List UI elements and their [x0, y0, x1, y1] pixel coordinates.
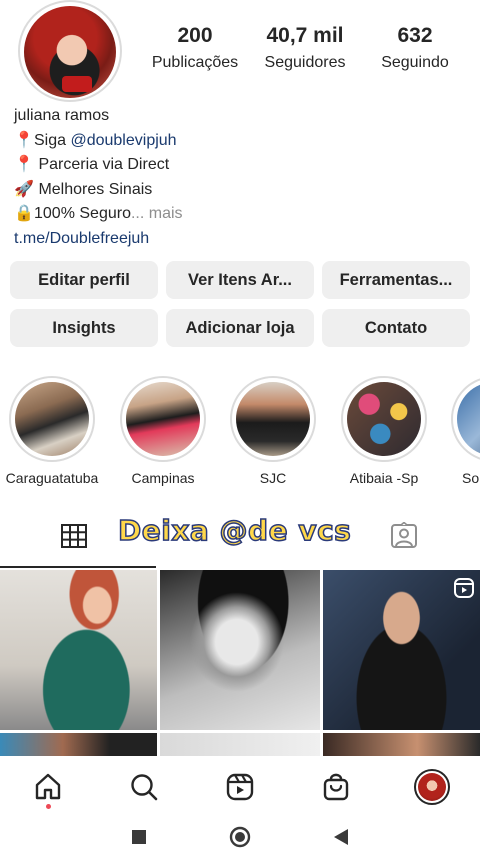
- posts-stat[interactable]: 200 Publicações: [140, 24, 250, 72]
- posts-count: 200: [177, 24, 213, 47]
- highlight-thumbnail: [236, 382, 310, 456]
- highlight-item[interactable]: So: [444, 376, 480, 486]
- overlay-caption: Deixa @de vcs: [117, 513, 352, 548]
- highlight-ring: [9, 376, 95, 462]
- grid-icon[interactable]: [60, 524, 88, 548]
- profile-photo: [24, 6, 116, 98]
- following-label: Seguindo: [381, 54, 449, 71]
- profile-actions: Editar perfil Ver Itens Ar... Ferramenta…: [10, 261, 470, 347]
- post-thumbnail[interactable]: [0, 570, 157, 730]
- home-icon: [35, 773, 61, 800]
- highlight-thumbnail: [347, 382, 421, 456]
- add-shop-button[interactable]: Adicionar loja: [166, 309, 314, 347]
- recent-apps-icon[interactable]: [131, 829, 147, 845]
- lock-icon: 🔒: [14, 205, 34, 222]
- pin-icon: 📍: [14, 131, 34, 149]
- home-tab[interactable]: [24, 763, 72, 811]
- back-icon[interactable]: [333, 828, 349, 846]
- highlight-item[interactable]: Atibaia -Sp: [334, 376, 434, 486]
- home-button-icon[interactable]: [229, 826, 251, 848]
- bio-line-1-prefix: Siga: [34, 131, 71, 149]
- active-tab-indicator: [0, 566, 156, 568]
- profile-name: juliana ramos: [14, 107, 110, 124]
- bottom-navigation: [0, 756, 480, 818]
- highlight-ring: [230, 376, 316, 462]
- mention-link[interactable]: @doublevipjuh: [70, 132, 176, 149]
- followers-count: 40,7 mil: [266, 24, 344, 47]
- tools-button[interactable]: Ferramentas...: [322, 261, 470, 299]
- post-thumbnail[interactable]: [0, 733, 157, 756]
- following-count: 632: [397, 24, 433, 47]
- story-highlights: Caraguatatuba Campinas SJC Atibaia -Sp S…: [0, 376, 480, 486]
- edit-profile-button[interactable]: Editar perfil: [10, 261, 158, 299]
- archived-items-button[interactable]: Ver Itens Ar...: [166, 261, 314, 299]
- highlight-label: SJC: [259, 470, 287, 486]
- profile-tab[interactable]: [408, 763, 456, 811]
- bio-line-4-text: 100% Seguro: [34, 205, 131, 222]
- profile-tabs: Deixa @de vcs: [0, 512, 480, 568]
- followers-stat[interactable]: 40,7 mil Seguidores: [250, 24, 360, 72]
- post-thumbnail[interactable]: [323, 570, 480, 730]
- highlight-item[interactable]: Campinas: [113, 376, 213, 486]
- posts-grid: [0, 570, 480, 756]
- tagged-person-icon[interactable]: [390, 522, 418, 550]
- reels-icon: [226, 773, 254, 801]
- highlight-label: Caraguatatuba: [5, 470, 99, 486]
- bio-line-3: 🚀 Melhores Sinais: [14, 178, 454, 203]
- bio-line-2: 📍 Parceria via Direct: [14, 153, 454, 178]
- posts-label: Publicações: [151, 54, 239, 71]
- reels-tab[interactable]: [216, 763, 264, 811]
- bio-external-link[interactable]: t.me/Doublefreejuh: [14, 227, 454, 252]
- highlight-item[interactable]: Caraguatatuba: [2, 376, 102, 486]
- rocket-icon: 🚀: [14, 180, 34, 198]
- reels-icon: [454, 578, 474, 598]
- profile-stats: 200 Publicações 40,7 mil Seguidores 632 …: [140, 24, 470, 72]
- highlight-ring: [120, 376, 206, 462]
- bio-line-1: 📍Siga @doublevipjuh: [14, 129, 454, 154]
- profile-bio: juliana ramos 📍Siga @doublevipjuh 📍 Parc…: [14, 104, 454, 251]
- highlight-ring: [341, 376, 427, 462]
- highlight-thumbnail: [457, 382, 480, 456]
- contact-button[interactable]: Contato: [322, 309, 470, 347]
- post-thumbnail[interactable]: [160, 570, 320, 730]
- search-icon: [131, 774, 158, 801]
- followers-label: Seguidores: [264, 54, 346, 71]
- highlight-item[interactable]: SJC: [223, 376, 323, 486]
- highlight-ring: [451, 376, 480, 462]
- bio-line-4: 🔒100% Seguro... mais: [14, 202, 454, 227]
- shop-tab[interactable]: [312, 763, 360, 811]
- insights-button[interactable]: Insights: [10, 309, 158, 347]
- highlight-thumbnail: [15, 382, 89, 456]
- system-navigation-bar: [0, 820, 480, 854]
- highlight-label: So: [462, 470, 480, 486]
- profile-photo: [418, 773, 446, 801]
- highlight-label: Atibaia -Sp: [349, 470, 419, 486]
- search-tab[interactable]: [120, 763, 168, 811]
- notification-dot: [46, 804, 51, 809]
- profile-avatar: [414, 769, 450, 805]
- bio-line-2-text: Parceria via Direct: [38, 156, 170, 173]
- post-thumbnail[interactable]: [323, 733, 480, 756]
- bio-line-3-text: Melhores Sinais: [38, 180, 153, 198]
- shop-icon: [323, 773, 349, 801]
- profile-avatar[interactable]: [18, 0, 122, 102]
- bio-more-link[interactable]: ... mais: [131, 205, 183, 222]
- highlight-label: Campinas: [131, 470, 195, 486]
- post-thumbnail[interactable]: [160, 733, 320, 756]
- highlight-thumbnail: [126, 382, 200, 456]
- pin-icon: 📍: [14, 156, 34, 173]
- following-stat[interactable]: 632 Seguindo: [360, 24, 470, 72]
